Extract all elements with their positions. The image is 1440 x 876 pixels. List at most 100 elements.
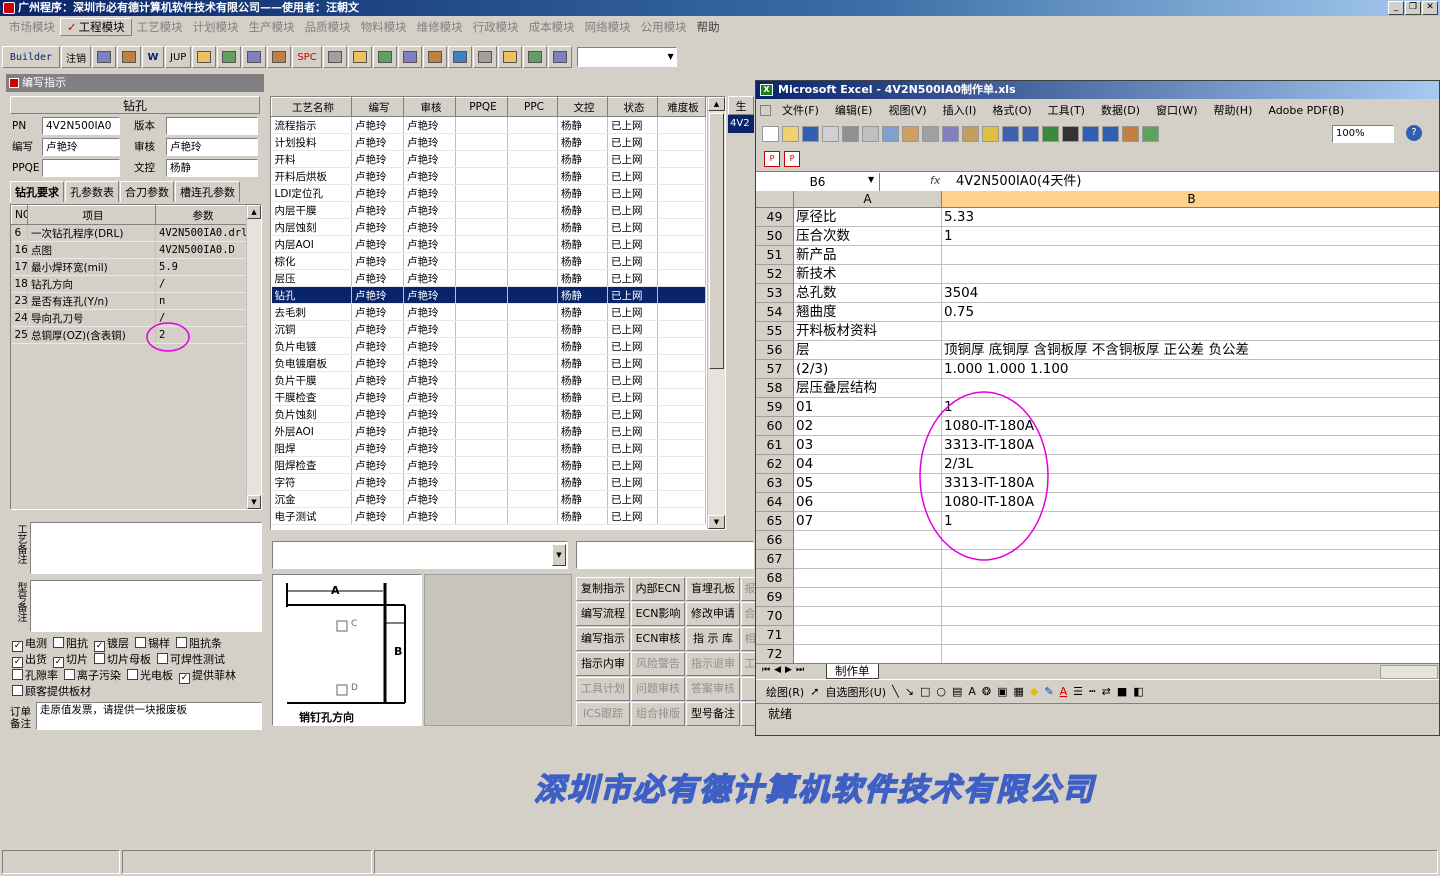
writer-field[interactable]: 卢艳玲 <box>42 138 120 156</box>
menu-2[interactable]: 工艺模块 <box>132 19 188 35</box>
process-row[interactable]: 字符 卢艳玲 卢艳玲 杨静 已上网 <box>271 473 706 491</box>
cell-a[interactable]: (2/3) <box>794 360 942 379</box>
cell-b[interactable] <box>942 569 1439 588</box>
col-header[interactable]: 状态 <box>607 97 658 117</box>
restore-icon[interactable]: ❐ <box>1405 1 1421 15</box>
param-row[interactable]: 6 一次钻孔程序(DRL) 4V2N500IA0.drl <box>11 224 248 242</box>
reviewer-field[interactable]: 卢艳玲 <box>166 138 258 156</box>
new-icon[interactable] <box>762 126 779 142</box>
process-row[interactable]: 干膜检查 卢艳玲 卢艳玲 杨静 已上网 <box>271 388 706 406</box>
chart-button[interactable] <box>92 46 116 68</box>
print-button[interactable] <box>267 46 292 68</box>
checkbox-icon[interactable] <box>12 685 23 696</box>
col-header[interactable]: PPQE <box>455 97 508 117</box>
check-option[interactable]: 阻抗 <box>53 636 88 651</box>
chevron-down-icon[interactable]: ▼ <box>668 49 674 65</box>
cell-a[interactable]: 新产品 <box>794 246 942 265</box>
tab-0[interactable]: 钻孔要求 <box>10 181 64 202</box>
process-row[interactable]: 流程指示 卢艳玲 卢艳玲 杨静 已上网 <box>271 116 706 134</box>
builder-button[interactable]: Builder <box>2 46 60 68</box>
action-button[interactable]: 指示内审 <box>576 652 630 676</box>
action-button[interactable]: 型号备注 <box>686 702 740 726</box>
order-note-field[interactable]: 走原值发票，请提供一块报废板 <box>36 702 262 730</box>
row-header[interactable]: 64 <box>756 493 794 512</box>
excel-menu-8[interactable]: 帮助(H) <box>1207 102 1260 118</box>
sheet-tab[interactable]: 制作单 <box>826 664 879 679</box>
pdf-mail-icon[interactable]: P <box>784 151 800 167</box>
help-button[interactable] <box>547 46 572 68</box>
save-button[interactable] <box>447 46 472 68</box>
excel-menu-5[interactable]: 工具(T) <box>1041 102 1092 118</box>
process-row[interactable]: 负电镀磨板 卢艳玲 卢艳玲 杨静 已上网 <box>271 354 706 372</box>
cell-a[interactable]: 总孔数 <box>794 284 942 303</box>
font-color-icon[interactable]: A <box>1060 685 1068 698</box>
chart-icon[interactable] <box>1122 126 1139 142</box>
cell-b[interactable]: 3504 <box>942 284 1439 303</box>
hyperlink-icon[interactable] <box>1042 126 1059 142</box>
action-button[interactable]: 修改申请 <box>686 602 740 626</box>
check-option[interactable]: ✓ 出货 <box>12 652 47 668</box>
3d-icon[interactable]: ◧ <box>1133 685 1143 698</box>
action-button[interactable]: ECN审核 <box>631 627 685 651</box>
col-param[interactable]: 参数 <box>155 205 248 225</box>
check-option[interactable]: ✓ 镀层 <box>94 636 129 652</box>
excel-menu-6[interactable]: 数据(D) <box>1094 102 1147 118</box>
row-header[interactable]: 67 <box>756 550 794 569</box>
cell-a[interactable] <box>794 626 942 645</box>
sort-asc-icon[interactable] <box>1082 126 1099 142</box>
param-scrollbar[interactable]: ▲ ▼ <box>246 205 261 509</box>
menu-11[interactable]: 公用模块 <box>636 19 692 35</box>
checkbox-icon[interactable] <box>94 653 105 664</box>
minimize-icon[interactable]: _ <box>1388 1 1404 15</box>
sheet-nav-icon[interactable]: ⏮◀▶⏭ <box>762 665 808 675</box>
param-row[interactable]: 16 点图 4V2N500IA0.D <box>11 241 248 259</box>
delete-button[interactable] <box>422 46 447 68</box>
cell-a[interactable]: 厚径比 <box>794 208 942 227</box>
checkbox-icon[interactable] <box>135 637 146 648</box>
param-row[interactable]: 24 导向孔刀号 / <box>11 309 248 327</box>
excel-menu-3[interactable]: 插入(I) <box>936 102 984 118</box>
row-header[interactable]: 68 <box>756 569 794 588</box>
check-option[interactable]: 离子污染 <box>64 668 121 683</box>
row-header[interactable]: 71 <box>756 626 794 645</box>
checkbox-icon[interactable] <box>64 669 75 680</box>
dash-style-icon[interactable]: ┅ <box>1089 685 1096 698</box>
col-header[interactable]: 编写 <box>351 97 404 117</box>
process-row[interactable]: 钻孔 卢艳玲 卢艳玲 杨静 已上网 <box>271 286 706 304</box>
drawing-icon[interactable] <box>1142 126 1159 142</box>
zoom-select[interactable]: 100% <box>1332 125 1394 143</box>
cell-b[interactable] <box>942 626 1439 645</box>
row-header[interactable]: 56 <box>756 341 794 360</box>
fill-color-icon[interactable]: ◆ <box>1030 685 1038 698</box>
excel-menu-2[interactable]: 视图(V) <box>881 102 933 118</box>
line-color-icon[interactable]: ✎ <box>1044 685 1053 698</box>
action-button[interactable]: 指 示 库 <box>686 627 740 651</box>
permission-icon[interactable] <box>822 126 839 142</box>
printer-button[interactable] <box>522 46 547 68</box>
new-button[interactable] <box>372 46 397 68</box>
check-option[interactable]: ✓ 切片 <box>53 652 88 668</box>
close-icon[interactable]: ✕ <box>1422 1 1438 15</box>
row-header[interactable]: 59 <box>756 398 794 417</box>
cell-b[interactable] <box>942 246 1439 265</box>
checkbox-icon[interactable] <box>157 653 168 664</box>
checkbox-checked-icon[interactable]: ✓ <box>53 657 64 668</box>
row-header[interactable]: 61 <box>756 436 794 455</box>
scroll-up-icon[interactable]: ▲ <box>708 97 725 111</box>
cell-b[interactable]: 0.75 <box>942 303 1439 322</box>
checkbox-checked-icon[interactable]: ✓ <box>179 673 190 684</box>
help-icon[interactable]: ? <box>1406 125 1422 141</box>
control-field[interactable]: 杨静 <box>166 159 258 177</box>
save-icon[interactable] <box>802 126 819 142</box>
process-row[interactable]: 沉铜 卢艳玲 卢艳玲 杨静 已上网 <box>271 320 706 338</box>
action-button[interactable]: 盲埋孔板 <box>686 577 740 601</box>
row-header[interactable]: 57 <box>756 360 794 379</box>
action-button[interactable]: 内部ECN <box>631 577 685 601</box>
ie-button[interactable] <box>347 46 372 68</box>
eye-button[interactable] <box>192 46 217 68</box>
check-option[interactable]: ✓ 电测 <box>12 636 47 652</box>
row-header[interactable]: 69 <box>756 588 794 607</box>
cell-a[interactable]: 新技术 <box>794 265 942 284</box>
check-option[interactable]: ✓ 提供菲林 <box>179 668 236 684</box>
spell-icon[interactable] <box>882 126 899 142</box>
